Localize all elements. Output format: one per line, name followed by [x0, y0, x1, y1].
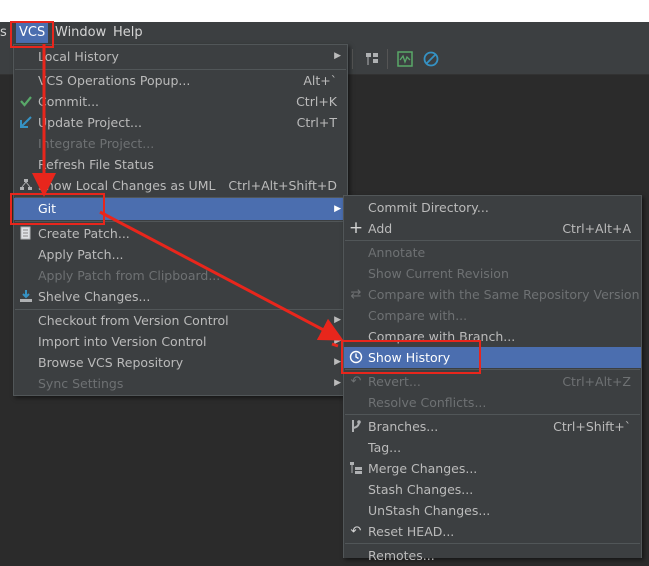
annotation-arrows [32, 44, 344, 348]
annotation-arrow-diagonal [99, 210, 344, 341]
annotation-arrow-tail [331, 342, 339, 348]
